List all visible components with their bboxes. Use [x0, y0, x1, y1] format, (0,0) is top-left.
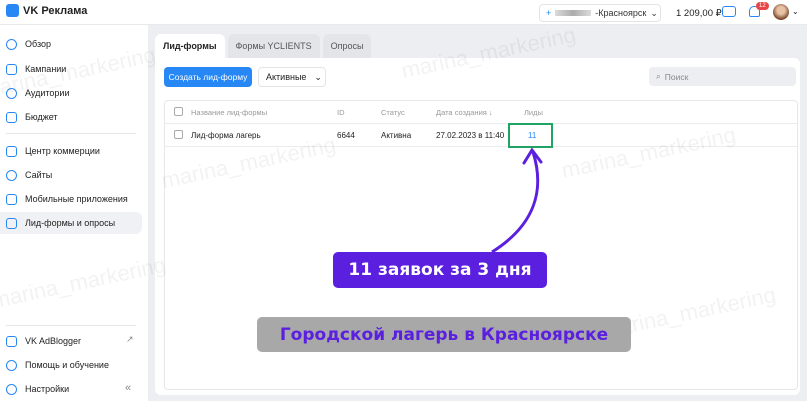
caption-label: Городской лагерь в Красноярске [257, 317, 631, 352]
callout-label: 11 заявок за 3 дня [333, 252, 547, 288]
